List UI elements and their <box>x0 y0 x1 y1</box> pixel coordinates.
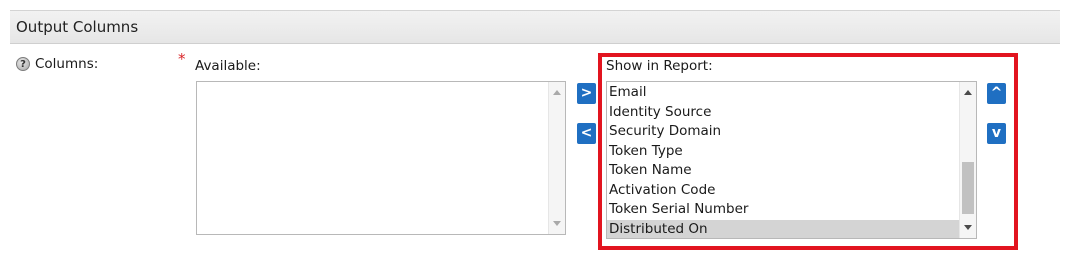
columns-label: Columns: <box>35 56 99 72</box>
highlight-box <box>598 53 1018 250</box>
add-column-button[interactable]: > <box>577 83 596 104</box>
remove-column-button[interactable]: < <box>577 123 596 144</box>
section-header: Output Columns <box>10 10 1060 44</box>
available-label: Available: <box>195 58 261 74</box>
help-icon[interactable]: ? <box>16 57 30 71</box>
required-indicator: * <box>178 50 186 68</box>
scroll-down-icon[interactable] <box>553 221 561 226</box>
section-title: Output Columns <box>16 18 139 36</box>
available-listbox[interactable] <box>196 81 566 235</box>
available-scrollbar[interactable] <box>548 82 565 234</box>
scroll-up-icon[interactable] <box>553 90 561 95</box>
